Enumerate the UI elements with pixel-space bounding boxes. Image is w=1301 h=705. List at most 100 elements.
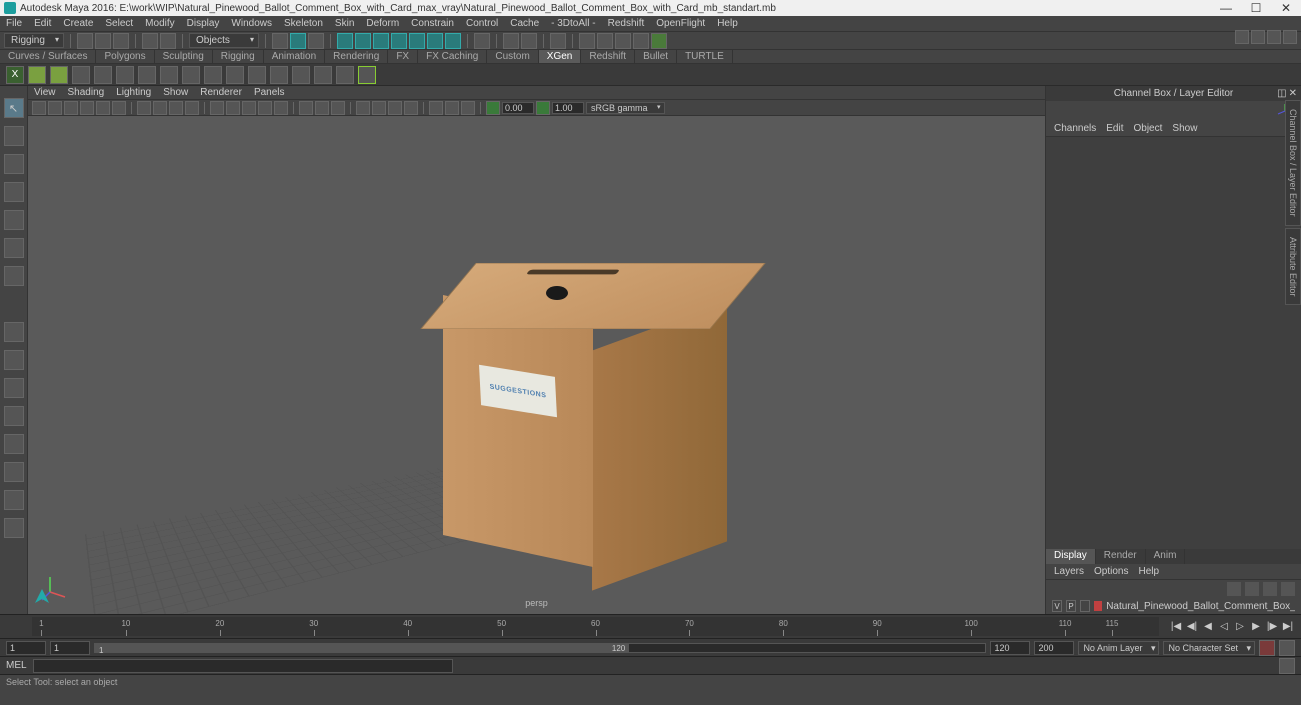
vp-image-plane-icon[interactable] [80, 101, 94, 115]
vp-exposure-icon[interactable] [429, 101, 443, 115]
open-scene-icon[interactable] [95, 33, 111, 49]
vp-menu-lighting[interactable]: Lighting [116, 87, 151, 98]
select-by-hierarchy-icon[interactable] [272, 33, 288, 49]
vp-motion-blur-icon[interactable] [372, 101, 386, 115]
close-button[interactable]: ✕ [1271, 0, 1301, 16]
vp-menu-renderer[interactable]: Renderer [200, 87, 242, 98]
channel-menu-object[interactable]: Object [1134, 123, 1163, 134]
vp-aa-icon[interactable] [388, 101, 402, 115]
shelf-tab-bullet[interactable]: Bullet [635, 50, 677, 63]
panel-close-icon[interactable]: ✕ [1289, 88, 1297, 99]
snap-grid-icon[interactable] [337, 33, 353, 49]
shelf-tab-xgen[interactable]: XGen [539, 50, 582, 63]
vp-ao-icon[interactable] [356, 101, 370, 115]
outliner-icon[interactable] [1267, 30, 1281, 44]
menu-item-cache[interactable]: Cache [504, 18, 545, 29]
menu-item-skin[interactable]: Skin [329, 18, 360, 29]
set-key-icon[interactable] [1279, 640, 1295, 656]
graph-editor-icon[interactable] [1283, 30, 1297, 44]
history-toggle-icon[interactable] [474, 33, 490, 49]
panel-layout2-icon[interactable] [597, 33, 613, 49]
vp-2d-pan-icon[interactable] [96, 101, 110, 115]
range-slider[interactable]: 1120 [94, 643, 986, 653]
layer-new-empty-icon[interactable] [1263, 582, 1277, 596]
vp-textured-icon[interactable] [242, 101, 256, 115]
channel-menu-show[interactable]: Show [1172, 123, 1197, 134]
play-forward-button[interactable]: ▷ [1233, 620, 1247, 634]
vp-lock-camera-icon[interactable] [48, 101, 62, 115]
shelf-tab-polygons[interactable]: Polygons [96, 50, 154, 63]
layout-three-icon[interactable] [4, 434, 24, 454]
shelf-tab-fx[interactable]: FX [388, 50, 418, 63]
step-forward-button[interactable]: ▶ [1249, 620, 1263, 634]
side-tab-channel-box-layer-editor[interactable]: Channel Box / Layer Editor [1285, 100, 1301, 226]
vp-colorspace-dropdown[interactable]: sRGB gamma [586, 102, 665, 114]
vp-film-gate-icon[interactable] [153, 101, 167, 115]
vp-menu-panels[interactable]: Panels [254, 87, 285, 98]
layer-playback-toggle[interactable]: P [1066, 600, 1076, 612]
layer-tab-display[interactable]: Display [1046, 549, 1096, 564]
layer-move-up-icon[interactable] [1227, 582, 1241, 596]
snap-live-icon[interactable] [409, 33, 425, 49]
paint-tool-icon[interactable] [4, 154, 24, 174]
menu-item-openflight[interactable]: OpenFlight [650, 18, 711, 29]
command-language-label[interactable]: MEL [6, 660, 27, 671]
move-tool-icon[interactable] [4, 182, 24, 202]
step-back-key-button[interactable]: ◀| [1185, 620, 1199, 634]
shelf-tab-turtle[interactable]: TURTLE [677, 50, 733, 63]
lasso-tool-icon[interactable] [4, 126, 24, 146]
minimize-button[interactable]: — [1211, 0, 1241, 16]
time-ruler[interactable]: 1102030405060708090100110115 [32, 617, 1159, 636]
viewport-persp[interactable]: SUGGESTIONS persp [28, 116, 1045, 614]
shelf-icon-4[interactable] [138, 66, 156, 84]
go-to-start-button[interactable]: |◀ [1169, 620, 1183, 634]
vp-xray-joints-icon[interactable] [331, 101, 345, 115]
menu-item-constrain[interactable]: Constrain [405, 18, 460, 29]
selection-mask-dropdown[interactable]: Objects [189, 33, 259, 48]
shelf-icon-8[interactable] [226, 66, 244, 84]
shelf-icon-12[interactable] [314, 66, 332, 84]
layout-custom-icon[interactable] [4, 518, 24, 538]
vp-gamma-toggle-icon[interactable] [536, 101, 550, 115]
menu-item-display[interactable]: Display [181, 18, 226, 29]
script-editor-icon[interactable] [1279, 658, 1295, 674]
snap-point-icon[interactable] [373, 33, 389, 49]
shelf-tab-custom[interactable]: Custom [487, 50, 538, 63]
anim-layer-dropdown[interactable]: No Anim Layer [1078, 641, 1159, 655]
vp-gate-mask-icon[interactable] [185, 101, 199, 115]
channel-menu-edit[interactable]: Edit [1106, 123, 1123, 134]
vp-smooth-shade-icon[interactable] [226, 101, 240, 115]
layout-single-icon[interactable] [4, 322, 24, 342]
step-forward-key-button[interactable]: |▶ [1265, 620, 1279, 634]
range-end-outer-input[interactable] [1034, 641, 1074, 655]
menu-item-deform[interactable]: Deform [360, 18, 405, 29]
menu-item-redshift[interactable]: Redshift [602, 18, 651, 29]
layout-outliner-icon[interactable] [4, 462, 24, 482]
vp-shadows-icon[interactable] [274, 101, 288, 115]
vp-use-lights-icon[interactable] [258, 101, 272, 115]
shelf-xgen-create-icon[interactable] [28, 66, 46, 84]
view-cube[interactable] [1046, 101, 1301, 121]
menu-item-modify[interactable]: Modify [139, 18, 180, 29]
layout-two-h-icon[interactable] [4, 378, 24, 398]
vp-gamma-input[interactable] [552, 102, 584, 114]
menu-item-help[interactable]: Help [711, 18, 744, 29]
shelf-tab-sculpting[interactable]: Sculpting [155, 50, 213, 63]
menu-item-edit[interactable]: Edit [28, 18, 57, 29]
shelf-x-icon[interactable]: X [6, 66, 24, 84]
layer-menu-layers[interactable]: Layers [1054, 566, 1084, 577]
vp-bookmarks-icon[interactable] [64, 101, 78, 115]
auto-key-icon[interactable] [1259, 640, 1275, 656]
layer-new-selected-icon[interactable] [1281, 582, 1295, 596]
undo-icon[interactable] [142, 33, 158, 49]
vp-exposure-input[interactable] [502, 102, 534, 114]
character-set-dropdown[interactable]: No Character Set [1163, 641, 1255, 655]
vp-gamma-icon[interactable] [445, 101, 459, 115]
vp-resolution-gate-icon[interactable] [169, 101, 183, 115]
panel-layout4-icon[interactable] [633, 33, 649, 49]
shelf-icon-6[interactable] [182, 66, 200, 84]
layer-color-swatch[interactable] [1094, 601, 1102, 611]
panel-undock-icon[interactable]: ◫ [1277, 88, 1286, 99]
panel-layout3-icon[interactable] [615, 33, 631, 49]
layout-two-v-icon[interactable] [4, 406, 24, 426]
